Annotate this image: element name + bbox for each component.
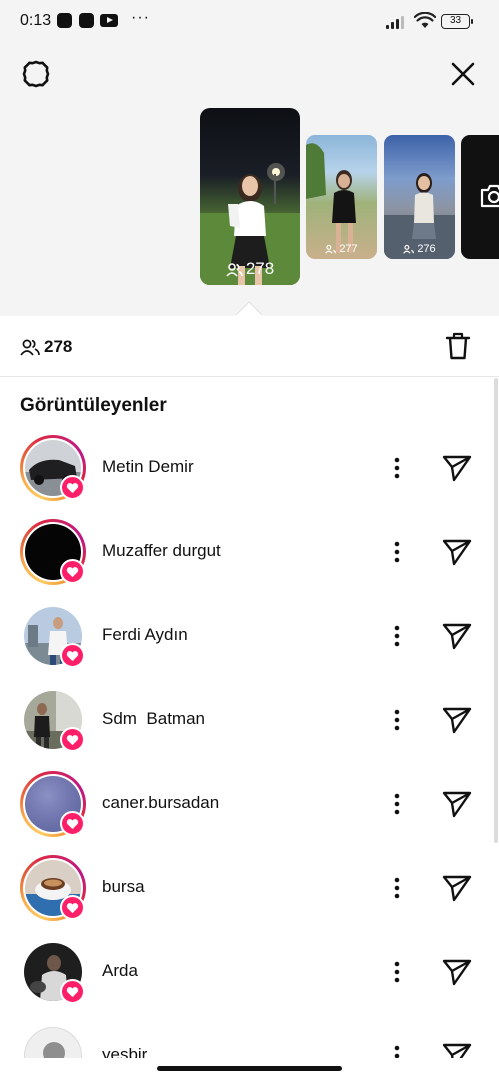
battery-indicator: 33: [441, 14, 473, 29]
more-options-icon[interactable]: [386, 537, 408, 567]
viewers-icon: [20, 339, 40, 356]
avatar[interactable]: [20, 435, 86, 501]
add-story-camera-button[interactable]: [461, 135, 499, 259]
heart-icon: [60, 475, 85, 500]
viewer-row[interactable]: Metin Demir: [0, 435, 499, 519]
heart-icon: [60, 643, 85, 668]
wifi-icon: [414, 12, 436, 28]
youtube-icon: [100, 14, 118, 27]
heart-icon: [60, 727, 85, 752]
more-options-icon[interactable]: [386, 453, 408, 483]
viewer-name[interactable]: bursa: [102, 877, 145, 897]
home-indicator[interactable]: [157, 1066, 342, 1071]
selected-story-pointer: [235, 301, 263, 316]
notification-app-icon: [79, 13, 94, 28]
more-options-icon[interactable]: [386, 873, 408, 903]
trash-icon[interactable]: [444, 331, 472, 361]
more-options-icon[interactable]: [386, 789, 408, 819]
more-options-icon[interactable]: [386, 621, 408, 651]
story-view-count: 278: [200, 259, 300, 279]
send-message-icon[interactable]: [441, 537, 473, 567]
viewers-icon: [226, 262, 243, 277]
heart-icon: [60, 979, 85, 1004]
viewer-row[interactable]: Ferdi Aydın: [0, 603, 499, 687]
more-options-icon[interactable]: [386, 957, 408, 987]
viewers-icon: [325, 244, 337, 254]
viewers-section-title: Görüntüleyenler: [20, 395, 167, 416]
story-view-count: 276: [384, 243, 455, 255]
send-message-icon[interactable]: [441, 453, 473, 483]
heart-icon: [60, 559, 85, 584]
more-options-icon[interactable]: [386, 705, 408, 735]
viewer-row[interactable]: Sdm Batman: [0, 687, 499, 771]
status-bar: 0:13 ··· 33: [0, 0, 499, 42]
gear-icon[interactable]: [20, 58, 52, 90]
send-message-icon[interactable]: [441, 873, 473, 903]
camera-icon: [480, 184, 499, 208]
story-photo: [306, 143, 356, 253]
send-message-icon[interactable]: [441, 957, 473, 987]
send-message-icon[interactable]: [441, 621, 473, 651]
viewer-row[interactable]: Arda: [0, 939, 499, 1023]
viewer-name[interactable]: Ferdi Aydın: [102, 625, 188, 645]
viewer-name[interactable]: Metin Demir: [102, 457, 194, 477]
heart-icon: [60, 811, 85, 836]
notification-app-icon: [57, 13, 72, 28]
close-icon[interactable]: [447, 58, 479, 90]
story-view-count: 277: [306, 243, 377, 255]
story-thumbnail-selected[interactable]: 278: [200, 108, 300, 285]
avatar[interactable]: [20, 855, 86, 921]
viewers-icon: [403, 244, 415, 254]
viewer-row[interactable]: Muzaffer durgut: [0, 519, 499, 603]
story-thumbnail[interactable]: 277: [306, 135, 377, 259]
viewer-row[interactable]: caner.bursadan: [0, 771, 499, 855]
avatar[interactable]: [20, 687, 86, 753]
viewer-summary-bar: 278: [0, 316, 499, 377]
status-time: 0:13: [20, 12, 52, 29]
viewer-count: 278: [44, 337, 73, 356]
more-notifications-icon: ···: [131, 9, 150, 26]
signal-icon: [386, 14, 408, 29]
avatar[interactable]: [20, 771, 86, 837]
avatar[interactable]: [20, 603, 86, 669]
avatar[interactable]: [20, 939, 86, 1005]
viewer-name[interactable]: Muzaffer durgut: [102, 541, 221, 561]
viewer-name[interactable]: caner.bursadan: [102, 793, 219, 813]
send-message-icon[interactable]: [441, 789, 473, 819]
viewer-name[interactable]: Sdm Batman: [102, 709, 205, 729]
viewer-row[interactable]: bursa: [0, 855, 499, 939]
heart-icon: [60, 895, 85, 920]
send-message-icon[interactable]: [441, 705, 473, 735]
story-photo: [384, 173, 455, 259]
viewer-name[interactable]: Arda: [102, 961, 138, 981]
avatar[interactable]: [20, 519, 86, 585]
story-preview-area: 278 277 276: [0, 42, 499, 316]
story-thumbnail[interactable]: 276: [384, 135, 455, 259]
